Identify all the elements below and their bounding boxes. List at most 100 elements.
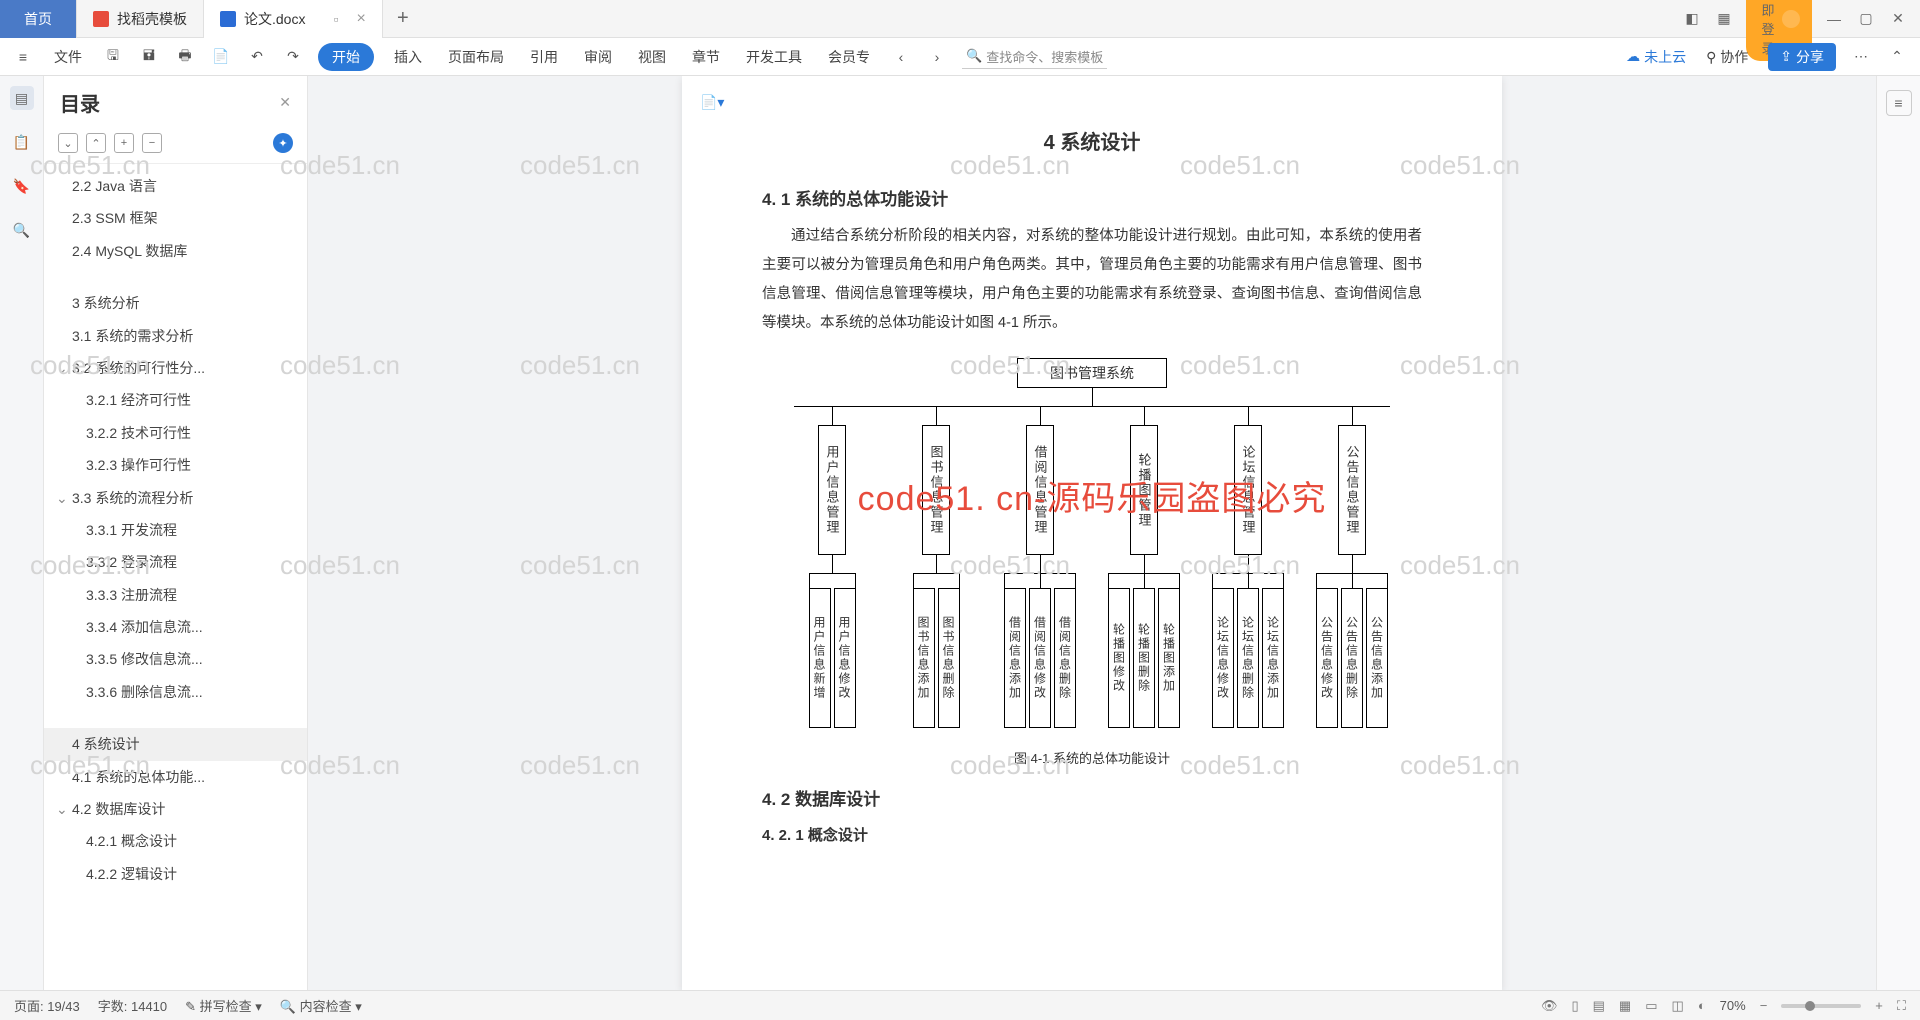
diagram-leaf: 论坛信息删除 [1237, 588, 1259, 728]
saveas-icon[interactable]: 🖬 [138, 46, 160, 68]
zoom-out-icon[interactable]: − [1760, 998, 1768, 1013]
toc-item[interactable]: 3.3.2 登录流程 [44, 546, 307, 578]
toc-item[interactable]: 2.3 SSM 框架 [44, 202, 307, 234]
toc-item[interactable]: ⌄3.3 系统的流程分析 [44, 482, 307, 514]
layout-icon[interactable]: ◧ [1682, 10, 1702, 27]
undo-icon[interactable]: ↶ [246, 46, 268, 68]
toc-item[interactable]: ⌄3.2 系统的可行性分... [44, 352, 307, 384]
toc-item[interactable]: ⌄4.2 数据库设计 [44, 793, 307, 825]
nav-right-icon[interactable]: › [926, 46, 948, 68]
word-count[interactable]: 字数: 14410 [98, 996, 167, 1015]
close-window-icon[interactable]: ✕ [1888, 10, 1908, 27]
property-panel-icon[interactable]: ≡ [1886, 90, 1912, 116]
menu-icon[interactable]: ≡ [12, 46, 34, 68]
add-level-icon[interactable]: + [114, 133, 134, 153]
maximize-icon[interactable]: ▢ [1856, 10, 1876, 27]
diagram-leaf: 论坛信息添加 [1262, 588, 1284, 728]
add-tab-button[interactable]: + [383, 7, 423, 30]
spell-check[interactable]: ✎ 拼写检查 ▾ [185, 996, 262, 1015]
outline-icon[interactable]: ▤ [10, 86, 34, 110]
view-outline-icon[interactable]: ▤ [1593, 998, 1605, 1014]
share-button[interactable]: ⇪ 分享 [1768, 43, 1836, 71]
tab-view[interactable]: 视图 [632, 43, 672, 71]
preview-icon[interactable]: 📄 [210, 46, 232, 68]
diagram-module: 图书信息管理 [922, 425, 950, 555]
tab-document[interactable]: 论文.docx▫× [204, 0, 383, 38]
remove-level-icon[interactable]: − [142, 133, 162, 153]
tab-window-icon[interactable]: ▫ [333, 11, 338, 27]
close-icon[interactable]: × [356, 10, 365, 28]
eye-icon[interactable]: 👁 [1541, 998, 1558, 1014]
toc-item[interactable]: 3.3.6 删除信息流... [44, 676, 307, 708]
toc-item[interactable]: 3.3.3 注册流程 [44, 579, 307, 611]
collapse-all-icon[interactable]: ⌄ [58, 133, 78, 153]
toc-item[interactable]: 3.2.3 操作可行性 [44, 449, 307, 481]
tab-home[interactable]: 首页 [0, 0, 77, 38]
zoom-level[interactable]: 70% [1720, 998, 1746, 1013]
command-search[interactable]: 🔍 查找命令、搜索模板 [962, 45, 1107, 69]
tab-chapter[interactable]: 章节 [686, 43, 726, 71]
tab-layout[interactable]: 页面布局 [442, 43, 510, 71]
mode-icon[interactable]: ◐ [1698, 998, 1706, 1013]
toc-item[interactable]: 4.1 系统的总体功能... [44, 761, 307, 793]
fullscreen-icon[interactable]: ⛶ [1897, 998, 1906, 1014]
toc-item[interactable]: 2.2 Java 语言 [44, 170, 307, 202]
expand-all-icon[interactable]: ⌃ [86, 133, 106, 153]
toc-item[interactable]: 4 系统设计 [44, 728, 307, 760]
tab-insert[interactable]: 插入 [388, 43, 428, 71]
collapse-icon[interactable]: ⌃ [1886, 46, 1908, 68]
avatar-icon [1782, 10, 1800, 28]
toc-item[interactable]: 3.2.2 技术可行性 [44, 417, 307, 449]
zoom-slider[interactable] [1781, 1004, 1861, 1008]
view-page-icon[interactable]: ▯ [1571, 998, 1578, 1014]
diagram-module: 用户信息管理 [818, 425, 846, 555]
view-read-icon[interactable]: ▭ [1645, 998, 1657, 1014]
cloud-status[interactable]: ☁ 未上云 [1626, 47, 1686, 67]
toc-item[interactable]: 3.1 系统的需求分析 [44, 320, 307, 352]
tab-member[interactable]: 会员专 [822, 43, 876, 71]
save-icon[interactable]: 🖫 [102, 46, 124, 68]
title-bar: 首页 找稻壳模板 论文.docx▫× + ◧ ▦ 立即登录 — ▢ ✕ [0, 0, 1920, 38]
toc-item[interactable]: 3.2.1 经济可行性 [44, 384, 307, 416]
zoom-in-icon[interactable]: + [1875, 998, 1883, 1013]
document-canvas[interactable]: 📄▾ 4 系统设计 4. 1 系统的总体功能设计 通过结合系统分析阶段的相关内容… [308, 76, 1876, 990]
content-check[interactable]: 🔍 内容检查 ▾ [280, 996, 362, 1015]
toc-item[interactable]: 3.3.1 开发流程 [44, 514, 307, 546]
page-indicator[interactable]: 页面: 19/43 [14, 996, 80, 1015]
view-web-icon[interactable]: ▦ [1619, 998, 1631, 1014]
toc-list: 2.2 Java 语言2.3 SSM 框架2.4 MySQL 数据库 3 系统分析… [44, 164, 307, 990]
redo-icon[interactable]: ↷ [282, 46, 304, 68]
toc-item[interactable]: 3 系统分析 [44, 287, 307, 319]
nav-left-icon[interactable]: ‹ [890, 46, 912, 68]
heading-1: 4 系统设计 [762, 126, 1422, 155]
diagram-leaf: 轮播图添加 [1158, 588, 1180, 728]
diagram-module: 公告信息管理 [1338, 425, 1366, 555]
ai-icon[interactable]: ✦ [273, 133, 293, 153]
tab-reference[interactable]: 引用 [524, 43, 564, 71]
more-icon[interactable]: ⋯ [1850, 46, 1872, 68]
side-by-side-icon[interactable]: ◫ [1672, 998, 1684, 1014]
search-icon[interactable]: 🔍 [10, 218, 34, 242]
tab-review[interactable]: 审阅 [578, 43, 618, 71]
heading-2: 4. 1 系统的总体功能设计 [762, 185, 1422, 210]
minimize-icon[interactable]: — [1824, 11, 1844, 27]
tab-dev[interactable]: 开发工具 [740, 43, 808, 71]
file-menu[interactable]: 文件 [48, 43, 88, 71]
toc-item[interactable]: 2.4 MySQL 数据库 [44, 235, 307, 267]
status-bar: 页面: 19/43 字数: 14410 ✎ 拼写检查 ▾ 🔍 内容检查 ▾ 👁 … [0, 990, 1920, 1020]
toc-item[interactable]: 3.3.4 添加信息流... [44, 611, 307, 643]
print-icon[interactable]: 🖶 [174, 46, 196, 68]
apps-icon[interactable]: ▦ [1714, 10, 1734, 27]
left-sidebar: ▤ 📋 🔖 🔍 [0, 76, 44, 990]
page-options-icon[interactable]: 📄▾ [700, 94, 724, 111]
clipboard-icon[interactable]: 📋 [10, 130, 34, 154]
toc-toolbar: ⌄ ⌃ + − ✦ [44, 129, 307, 164]
toc-close-icon[interactable]: ✕ [279, 94, 291, 111]
toc-item[interactable]: 3.3.5 修改信息流... [44, 643, 307, 675]
collab-button[interactable]: ⚲ 协作 [1700, 43, 1754, 71]
tab-template[interactable]: 找稻壳模板 [77, 0, 204, 38]
toc-item[interactable]: 4.2.1 概念设计 [44, 825, 307, 857]
bookmark-icon[interactable]: 🔖 [10, 174, 34, 198]
tab-start[interactable]: 开始 [318, 43, 374, 71]
toc-item[interactable]: 4.2.2 逻辑设计 [44, 858, 307, 890]
